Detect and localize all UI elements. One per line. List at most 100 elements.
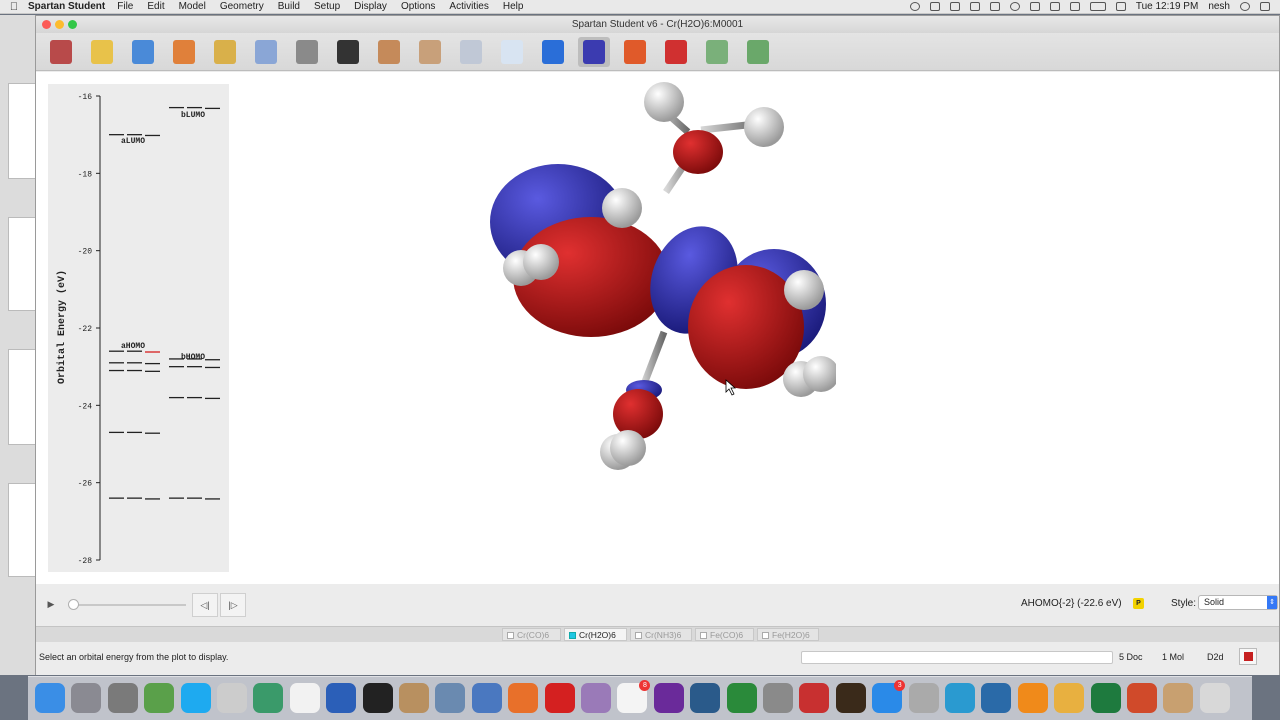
menu-edit[interactable]: Edit [147,1,164,12]
system-preferences-icon[interactable] [107,683,138,713]
notes-pad-icon[interactable] [289,683,320,713]
energy-svg[interactable]: Orbital Energy (eV) -16 -18 -20 -22 -24 -26 -2… [48,84,229,572]
new-molecule-button[interactable] [45,37,77,67]
firefox-icon[interactable] [508,683,539,713]
menu-geometry[interactable]: Geometry [220,1,264,12]
terminal-icon[interactable] [362,683,393,713]
page-thumbnail[interactable] [8,483,36,577]
tree-app-icon[interactable] [690,683,721,713]
keyboard-icon[interactable] [969,2,980,11]
spreadsheet-button[interactable] [701,37,733,67]
skype-icon[interactable] [180,683,211,713]
notification-center-icon[interactable] [1260,2,1270,11]
setup-calculation-button[interactable] [373,37,405,67]
minimize-window-icon[interactable] [55,20,64,29]
record-icon[interactable] [909,2,920,11]
wifi-icon[interactable] [1069,2,1080,11]
menu-options[interactable]: Options [401,1,435,12]
edit-notes-button[interactable] [86,37,118,67]
tab-cr-nh3-6[interactable]: Cr(NH3)6 [630,628,692,641]
orbital-energy-diagram[interactable]: Orbital Energy (eV) -16 -18 -20 -22 -24 -26 -2… [48,84,229,572]
info-button[interactable] [537,37,569,67]
page-thumbnail[interactable] [8,349,36,445]
excel-icon[interactable] [1090,683,1121,713]
powerpoint-icon[interactable] [1127,683,1157,713]
build-tools-button[interactable] [291,37,323,67]
molecule-viewer-icon[interactable] [799,683,830,713]
finder-icon[interactable] [35,683,65,713]
page-thumbnail[interactable] [8,217,36,311]
output-button[interactable] [496,37,528,67]
exit-button[interactable] [1239,648,1257,665]
user-name[interactable]: nesh [1208,1,1230,12]
word-icon[interactable] [326,683,357,713]
molecule-app-icon[interactable] [144,683,175,713]
spotlight-icon[interactable] [1240,2,1250,11]
browser-globe-icon[interactable] [253,683,284,713]
app-store-icon[interactable]: 3 [872,680,906,713]
spectra-button[interactable] [660,37,692,67]
photo-app-icon[interactable] [471,683,502,713]
preview-icon[interactable] [435,683,466,713]
dropbox-icon[interactable] [929,2,940,11]
stethoscope-app-icon[interactable] [763,683,793,713]
green-app-icon[interactable] [726,683,757,713]
menu-help[interactable]: Help [503,1,524,12]
contacts-icon[interactable] [399,683,429,713]
tab-cr-co-6[interactable]: Cr(CO)6 [502,628,561,641]
amber-app-icon[interactable] [835,683,866,713]
frame-slider-knob[interactable] [68,599,79,610]
property-badge[interactable]: P [1133,598,1144,609]
tab-fe-h2o-6[interactable]: Fe(H2O)6 [757,628,819,641]
style-select[interactable]: Solid ⇕ [1198,595,1278,610]
menu-setup[interactable]: Setup [314,1,340,12]
drive-icon[interactable] [949,2,960,11]
github-icon[interactable] [653,683,684,713]
acrobat-icon[interactable] [544,683,575,713]
photos-icon[interactable] [1054,683,1085,713]
plots-button[interactable] [742,37,774,67]
next-frame-button[interactable]: |▷ [220,593,246,617]
background-window[interactable] [0,15,40,675]
tab-cr-h2o-6[interactable]: Cr(H2O)6 [564,628,627,641]
workspace[interactable]: Orbital Energy (eV) -16 -18 -20 -22 -24 -26 -2… [36,72,1279,584]
frame-slider-track[interactable] [73,604,186,606]
view-glasses-button[interactable] [332,37,364,67]
trash-icon[interactable] [1199,683,1230,713]
close-window-icon[interactable] [42,20,51,29]
clock[interactable]: Tue 12:19 PM [1136,1,1198,12]
tab-fe-co-6[interactable]: Fe(CO)6 [695,628,754,641]
bluetooth-icon[interactable] [1029,2,1040,11]
spartan-icon[interactable] [1163,683,1194,713]
apple-icon[interactable]:  [0,1,28,13]
battery-icon[interactable] [1089,2,1106,11]
time-machine-icon[interactable] [1009,2,1020,11]
menu-display[interactable]: Display [354,1,387,12]
battery-status-icon[interactable] [989,2,1000,11]
scanner-icon[interactable] [908,683,939,713]
quicktime-icon[interactable] [981,683,1012,713]
undo-button[interactable] [250,37,282,67]
previous-frame-button[interactable]: ◁| [192,593,218,617]
s-app-icon[interactable] [945,683,975,713]
electrostatic-map-button[interactable] [619,37,651,67]
menu-model[interactable]: Model [179,1,206,12]
menu-file[interactable]: File [117,1,133,12]
vlc-icon[interactable] [1017,683,1048,713]
launchpad-icon[interactable] [71,683,102,713]
monitor-button[interactable] [455,37,487,67]
save-button[interactable] [209,37,241,67]
volume-icon[interactable] [1049,2,1060,11]
open-recent-button[interactable] [168,37,200,67]
menu-build[interactable]: Build [278,1,300,12]
zoom-window-icon[interactable] [68,20,77,29]
app-menu[interactable]: Spartan Student [28,1,105,12]
menu-activities[interactable]: Activities [449,1,488,12]
open-folder-button[interactable] [127,37,159,67]
play-button[interactable]: ▶ [38,593,64,617]
scissors-app-icon[interactable] [217,683,247,713]
submit-calculation-button[interactable] [414,37,446,67]
archive-utility-icon[interactable] [581,683,611,713]
title-bar[interactable]: Spartan Student v6 - Cr(H2O)6:M0001 [36,16,1279,33]
page-thumbnail[interactable] [8,83,36,179]
